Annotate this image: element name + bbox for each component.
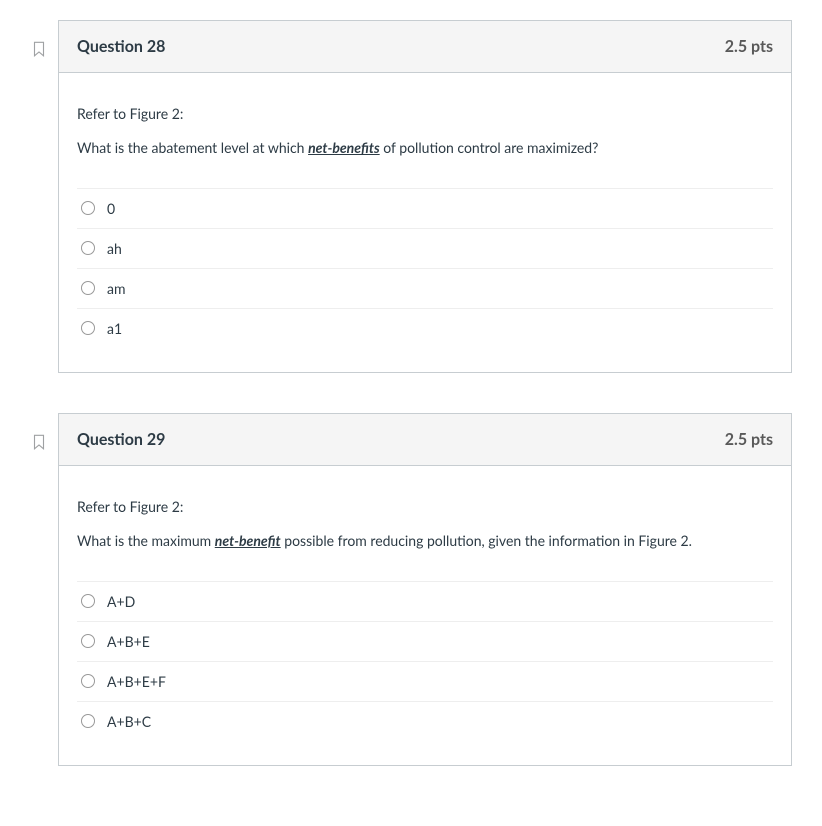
answer-radio[interactable]: [81, 241, 95, 255]
question-prompt: Refer to Figure 2: What is the maximum n…: [77, 496, 773, 553]
question-prompt: Refer to Figure 2: What is the abatement…: [77, 103, 773, 160]
prompt-after: of pollution control are maximized?: [380, 139, 599, 156]
answer-label: A+D: [107, 593, 135, 610]
question-body: Refer to Figure 2: What is the maximum n…: [59, 466, 791, 765]
answer-label: A+B+E+F: [107, 673, 166, 690]
prompt-line-2: What is the abatement level at which net…: [77, 137, 773, 159]
answer-option[interactable]: a1: [77, 308, 773, 348]
prompt-line-1: Refer to Figure 2:: [77, 103, 773, 125]
question-header: Question 28 2.5 pts: [59, 21, 791, 73]
answer-list: A+D A+B+E A+B+E+F A+B+C: [77, 581, 773, 741]
prompt-line-1: Refer to Figure 2:: [77, 496, 773, 518]
answer-option[interactable]: 0: [77, 188, 773, 228]
answer-radio[interactable]: [81, 281, 95, 295]
prompt-after: possible from reducing pollution, given …: [281, 532, 692, 549]
question-card: Question 28 2.5 pts Refer to Figure 2: W…: [58, 20, 792, 373]
answer-label: a1: [107, 320, 122, 337]
answer-label: ah: [107, 240, 122, 257]
question-points: 2.5 pts: [725, 37, 773, 56]
answer-option[interactable]: A+D: [77, 581, 773, 621]
answer-radio[interactable]: [81, 321, 95, 335]
question-card: Question 29 2.5 pts Refer to Figure 2: W…: [58, 413, 792, 766]
answer-option[interactable]: A+B+E: [77, 621, 773, 661]
question-header: Question 29 2.5 pts: [59, 414, 791, 466]
answer-radio[interactable]: [81, 201, 95, 215]
question-title: Question 29: [77, 430, 165, 449]
question-points: 2.5 pts: [725, 430, 773, 449]
answer-radio[interactable]: [81, 594, 95, 608]
answer-option[interactable]: A+B+C: [77, 701, 773, 741]
answer-radio[interactable]: [81, 674, 95, 688]
answer-label: A+B+C: [107, 713, 151, 730]
prompt-emphasis: net-benefit: [215, 532, 281, 549]
answer-label: A+B+E: [107, 633, 150, 650]
prompt-emphasis: net-benefits: [308, 139, 380, 156]
bookmark-icon[interactable]: [30, 433, 48, 451]
answer-option[interactable]: ah: [77, 228, 773, 268]
question-title: Question 28: [77, 37, 165, 56]
prompt-before: What is the maximum: [77, 532, 215, 549]
question-wrapper: Question 28 2.5 pts Refer to Figure 2: W…: [30, 20, 792, 373]
answer-radio[interactable]: [81, 714, 95, 728]
answer-radio[interactable]: [81, 634, 95, 648]
question-body: Refer to Figure 2: What is the abatement…: [59, 73, 791, 372]
answer-label: 0: [107, 200, 115, 217]
answer-option[interactable]: A+B+E+F: [77, 661, 773, 701]
prompt-line-2: What is the maximum net-benefit possible…: [77, 530, 773, 552]
answer-label: am: [107, 280, 125, 297]
question-wrapper: Question 29 2.5 pts Refer to Figure 2: W…: [30, 413, 792, 766]
bookmark-icon[interactable]: [30, 40, 48, 58]
answer-option[interactable]: am: [77, 268, 773, 308]
prompt-before: What is the abatement level at which: [77, 139, 308, 156]
answer-list: 0 ah am a1: [77, 188, 773, 348]
